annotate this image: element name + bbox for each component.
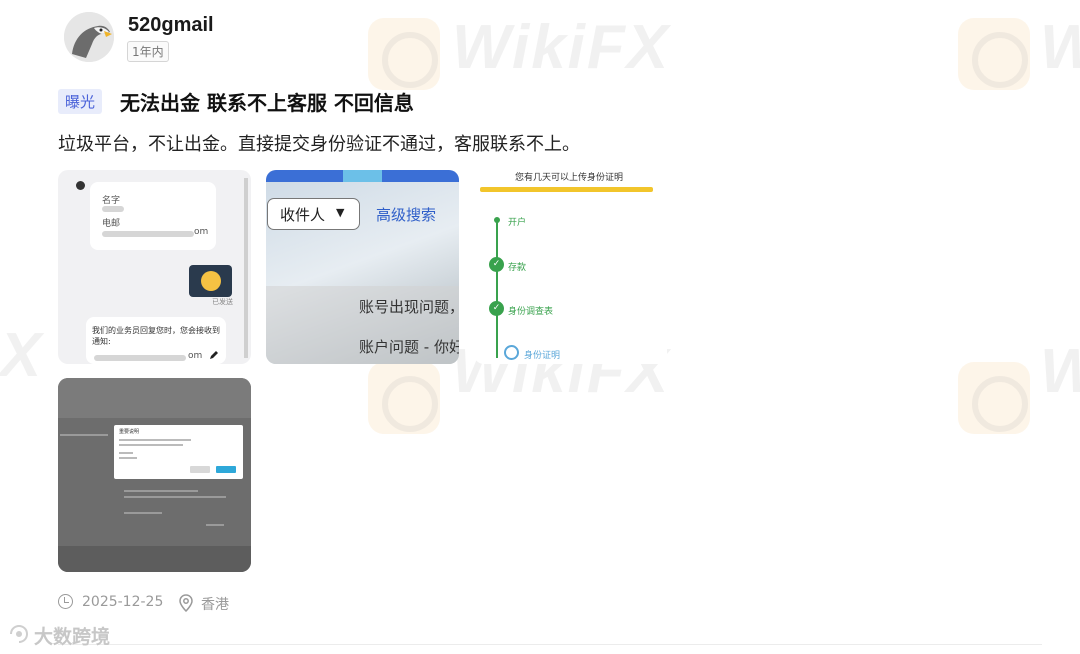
result-row-text: 账号出现问题，	[359, 298, 459, 316]
page-background	[58, 378, 251, 418]
dialog-cancel-button	[190, 466, 210, 473]
reply-text: 我们的业务员回复您时，您会接收到通知:	[92, 326, 220, 346]
contact-card: 名字 电邮 om	[90, 182, 216, 250]
info-icon	[76, 181, 85, 190]
result-row-text: 账户问题 - 你好	[359, 338, 459, 356]
pending-circle-icon	[504, 345, 519, 360]
wikifx-watermark: W	[1040, 12, 1080, 83]
background-text	[60, 434, 108, 436]
wikifx-watermark-logo	[958, 18, 1030, 90]
redacted-email	[102, 231, 194, 237]
dialog-text	[119, 452, 133, 454]
eagle-avatar-icon	[64, 12, 114, 62]
image-thumbnail-chat[interactable]: 名字 电邮 om 已发送 我们的业务员回复您时，您会接收到通知: om	[58, 170, 251, 364]
edit-icon	[210, 351, 218, 359]
wikifx-watermark: W	[1040, 336, 1080, 407]
post-body: 垃圾平台，不让出金。直接提交身份验证不通过，客服联系不上。	[58, 134, 580, 155]
post-date: 2025-12-25	[82, 594, 164, 610]
email-suffix: om	[194, 227, 209, 237]
post-location: 香港	[201, 597, 229, 613]
post-title: 无法出金 联系不上客服 不回信息	[120, 91, 414, 115]
image-thumbnail-progress[interactable]: 您有几天可以上传身份证明 开户 ✓ 存款 ✓ 身份调查表 身份证明	[474, 170, 667, 364]
dialog-text	[119, 457, 137, 459]
wikifx-watermark: WikiFX	[452, 13, 671, 82]
advanced-search-link: 高级搜索	[376, 206, 437, 224]
emoji-message	[189, 265, 232, 297]
background-text	[124, 496, 226, 498]
dialog-text	[119, 439, 191, 441]
table-footer	[58, 546, 251, 572]
wikifx-watermark-logo	[368, 18, 440, 90]
progress-heading: 您有几天可以上传身份证明	[515, 173, 624, 183]
wikifx-watermark: FX	[0, 321, 44, 390]
time-tag: 1年内	[127, 41, 169, 62]
wikifx-watermark-logo	[958, 362, 1030, 434]
location-pin-icon	[179, 594, 193, 612]
image-thumbnail-search[interactable]: 收件人 ▼ 高级搜索 账号出现问题， 账户问题 - 你好	[266, 170, 459, 364]
scrollbar	[244, 178, 248, 358]
step-dot	[494, 217, 500, 223]
dialog-confirm-button	[216, 466, 236, 473]
recipient-select: 收件人 ▼	[267, 198, 360, 230]
dialog-box: 重要说明	[114, 425, 243, 479]
check-icon: ✓	[489, 301, 504, 316]
smiley-icon	[201, 271, 221, 291]
name-label: 名字	[102, 196, 121, 206]
step-id-proof: 身份证明	[524, 351, 561, 361]
clock-icon	[58, 594, 73, 609]
dialog-text	[119, 444, 183, 446]
reply-card: 我们的业务员回复您时，您会接收到通知: om	[86, 317, 226, 364]
dialog-title: 重要说明	[119, 429, 140, 435]
recipient-select-label: 收件人	[280, 206, 326, 224]
step-questionnaire: 身份调查表	[508, 307, 554, 317]
email-label: 电邮	[102, 219, 121, 229]
background-text	[124, 512, 162, 514]
email-suffix: om	[188, 351, 203, 361]
background-text	[124, 490, 198, 492]
step-open-account: 开户	[508, 218, 527, 228]
background-text	[206, 524, 224, 526]
brand-logo-icon	[10, 624, 29, 643]
step-deposit: 存款	[508, 263, 527, 273]
image-thumbnail-dialog[interactable]: 重要说明	[58, 378, 251, 572]
progress-line	[496, 218, 498, 358]
exposure-badge: 曝光	[58, 89, 103, 114]
wikifx-watermark-logo	[368, 362, 440, 434]
avatar[interactable]	[64, 12, 114, 62]
sent-status: 已发送	[212, 298, 233, 306]
brand-watermark: 大数跨境	[34, 626, 111, 648]
color-strip	[266, 170, 459, 182]
check-icon: ✓	[489, 257, 504, 272]
progress-bar	[480, 187, 653, 192]
chevron-down-icon: ▼	[336, 206, 345, 219]
username[interactable]: 520gmail	[128, 14, 214, 37]
redacted-name	[102, 206, 124, 212]
divider	[58, 644, 1042, 645]
redacted-email	[94, 355, 186, 361]
